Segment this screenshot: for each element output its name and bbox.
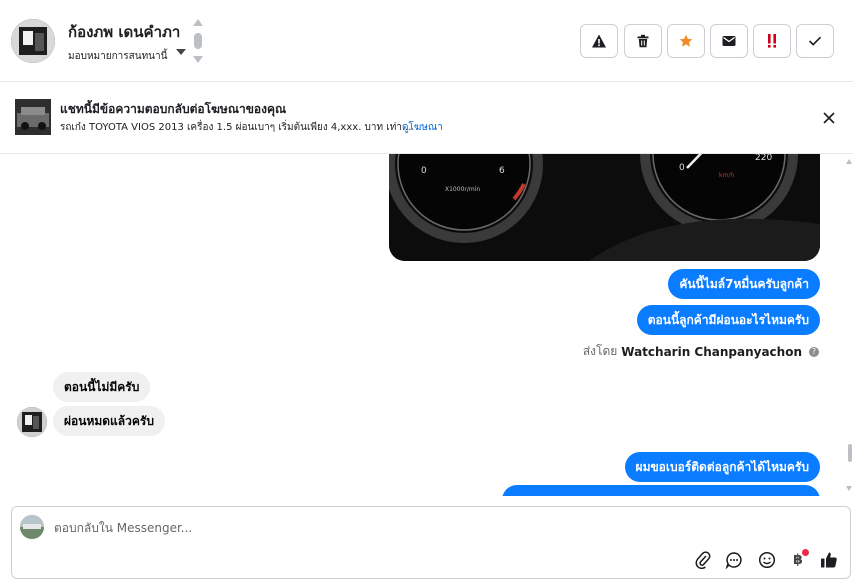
tachometer-six: 6	[499, 166, 505, 176]
attach-button[interactable]	[692, 549, 714, 571]
assign-dropdown-caret-icon[interactable]	[176, 49, 186, 55]
saved-replies-button[interactable]	[723, 549, 745, 571]
reply-input[interactable]	[54, 517, 754, 539]
star-button[interactable]	[667, 24, 705, 58]
like-button[interactable]	[818, 549, 840, 571]
tachometer-unit: X1000r/min	[445, 186, 480, 193]
sent-by-label: ส่งโดย Watcharin Chanpanyachon ?	[583, 342, 819, 361]
outgoing-message[interactable]: ผมขอเบอร์ติดต่อลูกค้าได้ไหมครับ	[624, 452, 820, 482]
notification-dot	[802, 549, 809, 556]
mark-unread-button[interactable]	[710, 24, 748, 58]
help-icon[interactable]: ?	[809, 346, 819, 357]
ad-banner-title: แชทนี้มีข้อความตอบกลับต่อโฆษณาของคุณ	[60, 102, 287, 116]
chevron-up-icon[interactable]	[193, 19, 203, 26]
conversation-header: ก้องภพ เดนคำภา มอบหมายการสนทนานี้	[0, 0, 853, 82]
stepper-thumb[interactable]	[194, 33, 202, 49]
done-button[interactable]	[796, 24, 834, 58]
tachometer-zero: 0	[421, 166, 427, 176]
contact-avatar-small[interactable]	[17, 407, 47, 437]
trash-icon	[637, 34, 649, 48]
ad-reply-banner: แชทนี้มีข้อความตอบกลับต่อโฆษณาของคุณ รถเ…	[0, 83, 853, 154]
payment-button[interactable]: ฿	[787, 549, 809, 571]
avatar-photo	[17, 407, 47, 437]
follow-up-button[interactable]	[753, 24, 791, 58]
speedometer-max: 220	[755, 154, 772, 163]
baht-icon: ฿	[793, 552, 803, 568]
envelope-icon	[722, 36, 736, 46]
message-thread[interactable]: 0 6 X1000r/min 0 220 km/h คันนี้ไมล์7หมื…	[0, 154, 853, 496]
chat-scrollbar[interactable]	[845, 154, 853, 496]
incoming-message[interactable]: ตอนนี้ไม่มีครับ	[53, 372, 151, 402]
assign-conversation-label[interactable]: มอบหมายการสนทนานี้	[68, 49, 167, 64]
checkmark-icon	[808, 36, 822, 46]
warning-triangle-icon	[592, 34, 606, 48]
outgoing-message-partial[interactable]	[502, 485, 820, 496]
reply-composer: ฿	[11, 506, 851, 579]
emoji-button[interactable]	[756, 549, 778, 571]
incoming-message[interactable]: ผ่อนหมดแล้วครับ	[53, 406, 165, 436]
star-icon	[679, 34, 693, 47]
speedometer-unit: km/h	[719, 172, 734, 179]
view-ad-link[interactable]: ดูโฆษณา	[402, 120, 443, 135]
ad-banner-description: รถเก๋ง TOYOTA VIOS 2013 เครื่อง 1.5 ผ่อน…	[60, 122, 412, 133]
chevron-down-icon[interactable]	[193, 56, 203, 63]
double-exclamation-icon	[768, 34, 776, 48]
outgoing-message[interactable]: ตอนนี้ลูกค้ามีผ่อนอะไรไหมครับ	[636, 305, 820, 335]
close-icon	[823, 112, 835, 124]
delete-button[interactable]	[624, 24, 662, 58]
sent-by-prefix: ส่งโดย	[582, 344, 618, 358]
speedometer-photo[interactable]: 0 6 X1000r/min 0 220 km/h	[389, 154, 820, 261]
speedometer-zero: 0	[679, 163, 685, 173]
thumbs-up-icon	[821, 552, 837, 568]
page-avatar	[20, 515, 44, 539]
report-button[interactable]	[580, 24, 618, 58]
page-avatar-image	[20, 515, 44, 539]
ad-thumbnail-image	[15, 99, 51, 135]
car-dashboard-image: 0 6 X1000r/min 0 220 km/h	[389, 154, 820, 261]
chat-bubble-icon	[725, 552, 742, 569]
outgoing-message[interactable]: คันนี้ไมล์7หมื่นครับลูกค้า	[668, 269, 820, 299]
close-banner-button[interactable]	[820, 109, 838, 127]
scrollbar-track	[846, 159, 852, 491]
sender-name: Watcharin Chanpanyachon	[621, 344, 802, 359]
ad-thumbnail[interactable]	[15, 99, 51, 135]
contact-name[interactable]: ก้องภพ เดนคำภา	[68, 20, 180, 44]
avatar-photo	[11, 19, 55, 63]
paperclip-icon	[695, 551, 711, 569]
smiley-icon	[758, 551, 776, 569]
contact-avatar[interactable]	[11, 19, 55, 63]
header-scroll-stepper[interactable]	[192, 19, 204, 65]
